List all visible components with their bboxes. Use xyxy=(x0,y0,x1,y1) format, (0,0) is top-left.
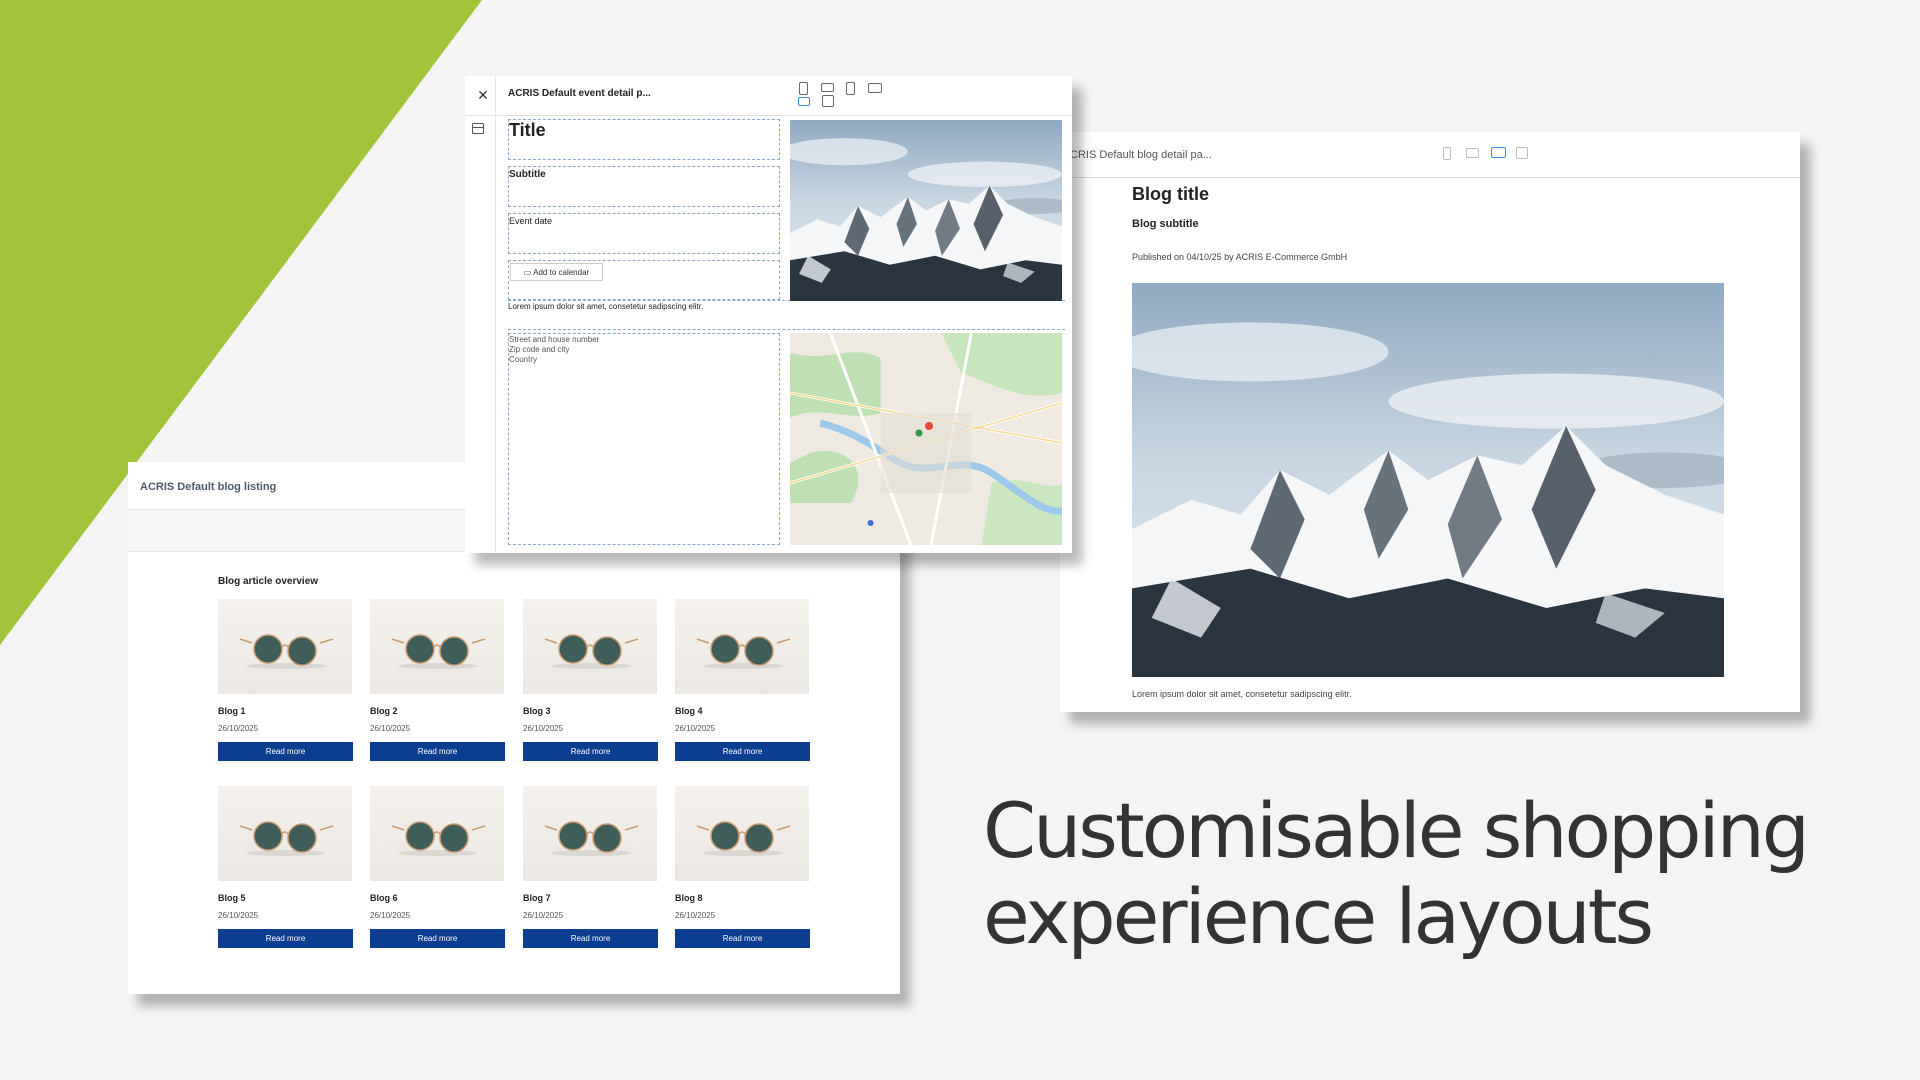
blog-card: Blog 3 26/10/2025 Read more xyxy=(523,599,659,769)
blog-card-title: Blog 8 xyxy=(675,893,703,903)
sunglasses-image xyxy=(523,599,657,694)
calendar-icon: ▭ xyxy=(523,267,532,277)
read-more-button[interactable]: Read more xyxy=(523,742,658,761)
title-block[interactable]: Title xyxy=(508,119,780,160)
event-date-label: Event date xyxy=(509,216,553,226)
calendar-block: ▭ Add to calendar xyxy=(508,260,780,300)
blog-card: Blog 2 26/10/2025 Read more xyxy=(370,599,506,769)
mountain-image xyxy=(790,120,1062,301)
blog-body-text: Lorem ipsum dolor sit amet, consetetur s… xyxy=(1132,689,1352,699)
desktop-view-icon[interactable] xyxy=(868,83,882,93)
blog-card-date: 26/10/2025 xyxy=(675,911,716,920)
sunglasses-image xyxy=(675,599,809,694)
blog-card-title: Blog 4 xyxy=(675,706,703,716)
blog-overview-heading: Blog article overview xyxy=(218,576,319,587)
blog-card-date: 26/10/2025 xyxy=(523,724,564,733)
blog-card-title: Blog 5 xyxy=(218,893,246,903)
sunglasses-image xyxy=(370,786,504,881)
add-to-calendar-button[interactable]: ▭ Add to calendar xyxy=(510,263,603,281)
read-more-button[interactable]: Read more xyxy=(370,742,505,761)
blog-card: Blog 4 26/10/2025 Read more xyxy=(675,599,811,769)
list-view-icon[interactable] xyxy=(1516,147,1528,159)
blog-card: Blog 1 26/10/2025 Read more xyxy=(218,599,354,769)
address-city: Zip code and city xyxy=(509,345,570,354)
read-more-button[interactable]: Read more xyxy=(370,929,505,948)
blog-card-date: 26/10/2025 xyxy=(370,911,411,920)
tablet-portrait-view-icon[interactable] xyxy=(846,82,855,95)
layout-icon[interactable] xyxy=(472,123,484,134)
address-country: Country xyxy=(509,355,538,364)
event-detail-window-title: ACRIS Default event detail p... xyxy=(508,88,651,99)
desktop-view-icon[interactable] xyxy=(1491,147,1506,158)
blog-card-title: Blog 1 xyxy=(218,706,246,716)
blog-subtitle: Blog subtitle xyxy=(1132,218,1199,230)
headline-line-2: experience layouts xyxy=(983,872,1654,961)
tablet-view-icon[interactable] xyxy=(1466,148,1479,158)
blog-card: Blog 7 26/10/2025 Read more xyxy=(523,786,659,956)
map-image[interactable] xyxy=(790,333,1062,545)
event-date-block[interactable]: Event date xyxy=(508,213,780,254)
blog-card-date: 26/10/2025 xyxy=(523,911,564,920)
published-info: Published on 04/10/25 by ACRIS E-Commerc… xyxy=(1132,252,1348,262)
blog-card-date: 26/10/2025 xyxy=(675,724,716,733)
sunglasses-image xyxy=(218,599,352,694)
event-detail-window: ✕ ACRIS Default event detail p... Title … xyxy=(465,76,1072,553)
blog-card-title: Blog 2 xyxy=(370,706,398,716)
blog-card: Blog 6 26/10/2025 Read more xyxy=(370,786,506,956)
tablet-view-icon[interactable] xyxy=(821,83,834,92)
mobile-view-icon[interactable] xyxy=(799,82,808,95)
address-block[interactable]: Street and house number Zip code and cit… xyxy=(508,333,780,545)
mountain-image xyxy=(1132,283,1724,677)
blog-card-date: 26/10/2025 xyxy=(370,724,411,733)
read-more-button[interactable]: Read more xyxy=(218,929,353,948)
blog-detail-header: CRIS Default blog detail pa... xyxy=(1060,132,1800,178)
event-body-text: Lorem ipsum dolor sit amet, consetetur s… xyxy=(508,302,704,311)
mobile-landscape-view-icon[interactable] xyxy=(798,97,810,106)
blog-card: Blog 8 26/10/2025 Read more xyxy=(675,786,811,956)
subtitle-block[interactable]: Subtitle xyxy=(508,166,780,207)
event-subtitle: Subtitle xyxy=(509,169,546,180)
read-more-button[interactable]: Read more xyxy=(523,929,658,948)
blog-title: Blog title xyxy=(1132,184,1209,204)
blog-card-title: Blog 3 xyxy=(523,706,551,716)
headline: Customisable shopping experience layouts xyxy=(983,786,1810,961)
event-title: Title xyxy=(509,120,546,140)
blog-card-title: Blog 6 xyxy=(370,893,398,903)
blog-card-title: Blog 7 xyxy=(523,893,551,903)
blog-detail-window-title: CRIS Default blog detail pa... xyxy=(1070,149,1212,161)
text-block[interactable]: Lorem ipsum dolor sit amet, consetetur s… xyxy=(508,300,1065,330)
read-more-button[interactable]: Read more xyxy=(675,742,810,761)
blog-card-date: 26/10/2025 xyxy=(218,724,259,733)
address-street: Street and house number xyxy=(509,335,600,344)
sunglasses-image xyxy=(370,599,504,694)
list-view-icon[interactable] xyxy=(822,95,834,107)
blog-detail-window: CRIS Default blog detail pa... Blog titl… xyxy=(1060,132,1800,712)
read-more-button[interactable]: Read more xyxy=(218,742,353,761)
read-more-button[interactable]: Read more xyxy=(675,929,810,948)
blog-card: Blog 5 26/10/2025 Read more xyxy=(218,786,354,956)
sunglasses-image xyxy=(675,786,809,881)
sunglasses-image xyxy=(218,786,352,881)
mobile-view-icon[interactable] xyxy=(1443,147,1451,160)
event-detail-header: ✕ ACRIS Default event detail p... xyxy=(465,76,1072,116)
headline-line-1: Customisable shopping xyxy=(983,786,1810,875)
sidebar-divider xyxy=(495,76,496,553)
sunglasses-image xyxy=(523,786,657,881)
close-icon[interactable]: ✕ xyxy=(473,85,493,105)
blog-card-date: 26/10/2025 xyxy=(218,911,259,920)
blog-listing-window-title: ACRIS Default blog listing xyxy=(140,481,277,493)
